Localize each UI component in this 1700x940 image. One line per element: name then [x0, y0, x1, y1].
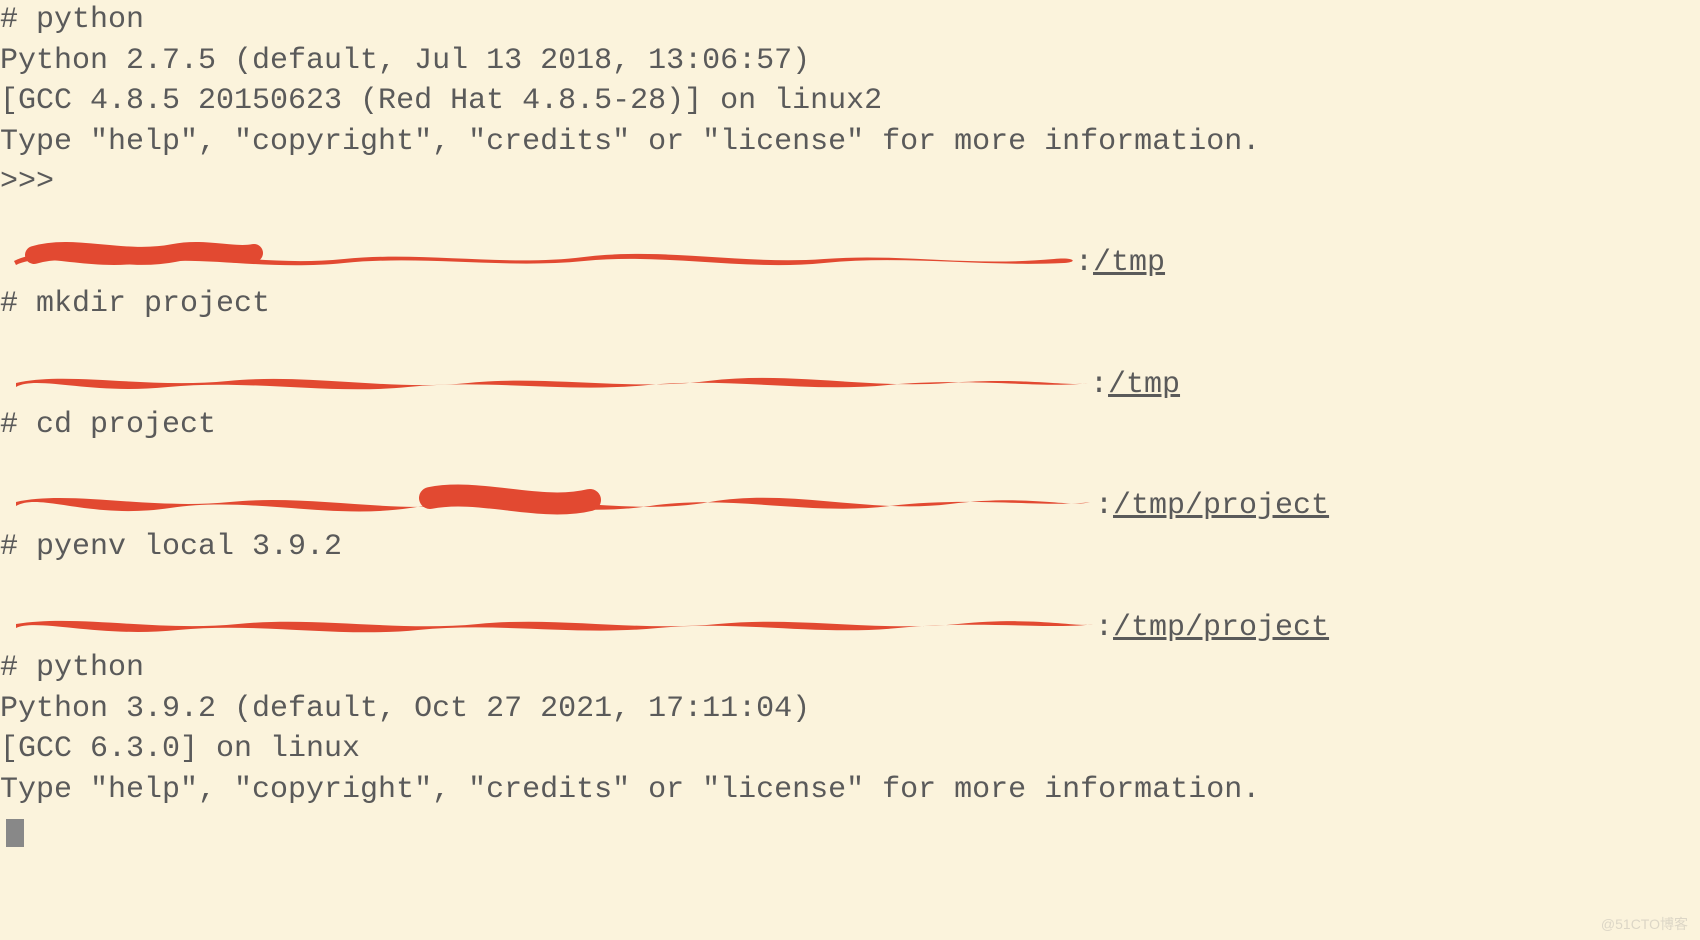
output-line: [GCC 4.8.5 20150623 (Red Hat 4.8.5-28)] …	[0, 81, 1700, 122]
path-link: /tmp/project	[1113, 489, 1329, 523]
output-line: Python 3.9.2 (default, Oct 27 2021, 17:1…	[0, 689, 1700, 730]
path-link: /tmp/project	[1113, 611, 1329, 645]
prompt-row: :/tmp	[0, 365, 1700, 406]
command-line: # cd project	[0, 405, 1700, 446]
blank-line	[0, 567, 1700, 608]
blank-line	[0, 324, 1700, 365]
terminal-window: # python Python 2.7.5 (default, Jul 13 2…	[0, 0, 1700, 940]
prompt-row: :/tmp	[0, 243, 1700, 284]
path-link: /tmp	[1093, 246, 1165, 280]
output-line: Type "help", "copyright", "credits" or "…	[0, 122, 1700, 163]
redaction-marker	[10, 480, 1095, 524]
cursor-block	[6, 819, 24, 847]
prompt-row: :/tmp/project	[0, 486, 1700, 527]
command-line: # mkdir project	[0, 284, 1700, 325]
output-line: [GCC 6.3.0] on linux	[0, 729, 1700, 770]
python-prompt[interactable]: >>>	[0, 162, 1700, 203]
command-line: # python	[0, 648, 1700, 689]
prompt-row: :/tmp/project	[0, 608, 1700, 649]
redaction-marker	[8, 604, 1098, 644]
output-line: Type "help", "copyright", "credits" or "…	[0, 770, 1700, 811]
command-line: # python	[0, 0, 1700, 41]
redaction-marker	[8, 361, 1093, 401]
path-link: /tmp	[1108, 368, 1180, 402]
command-line: # pyenv local 3.9.2	[0, 527, 1700, 568]
cursor-line[interactable]	[0, 810, 1700, 851]
output-line: Python 2.7.5 (default, Jul 13 2018, 13:0…	[0, 41, 1700, 82]
watermark-text: @51CTO博客	[1601, 915, 1688, 934]
redaction-marker	[4, 237, 1084, 281]
